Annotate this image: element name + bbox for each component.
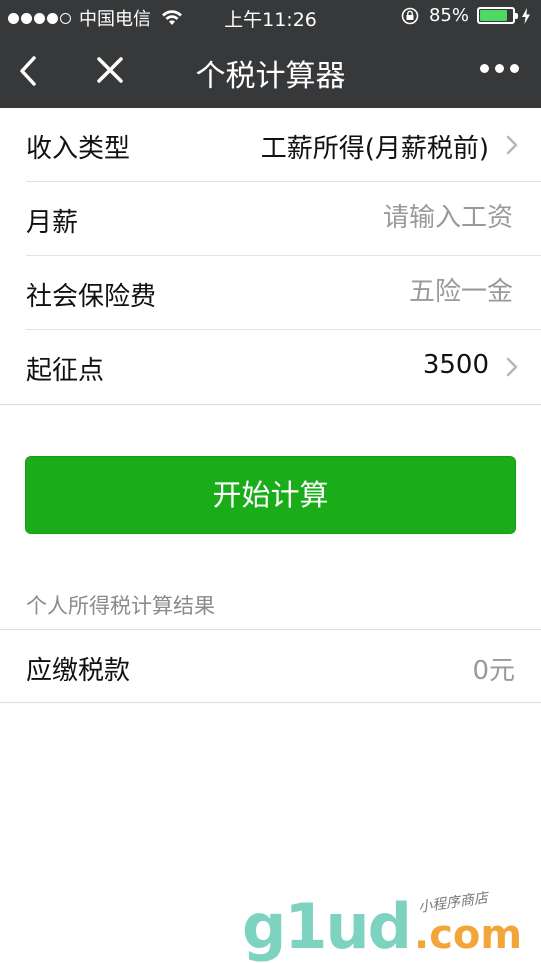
salary-input[interactable] [255, 196, 515, 240]
income-type-value: 工薪所得(月薪税前) [260, 134, 489, 164]
insurance-input[interactable] [255, 270, 515, 314]
tax-input-form: 收入类型 工薪所得(月薪税前) 月薪 社会保险费 起征点 3500 [0, 108, 541, 405]
more-icon[interactable] [474, 64, 519, 73]
income-type-row[interactable]: 收入类型 工薪所得(月薪税前) [26, 108, 541, 182]
threshold-value: 3500 [422, 350, 489, 380]
salary-row: 月薪 [26, 182, 541, 256]
watermark-domain: .com [414, 912, 523, 958]
tax-due-label: 应缴税款 [26, 656, 131, 686]
income-type-label: 收入类型 [26, 134, 131, 164]
threshold-label: 起征点 [26, 356, 105, 386]
tax-due-value: 0元 [472, 656, 515, 686]
charging-icon [522, 7, 530, 24]
chevron-right-icon [506, 357, 518, 377]
watermark-logo-text: g1ud [242, 890, 412, 963]
status-right: 85% [401, 5, 531, 26]
calculate-button[interactable]: 开始计算 [25, 456, 516, 534]
chevron-right-icon [506, 135, 518, 155]
tax-result-row: 应缴税款 0元 [0, 629, 541, 703]
battery-percent: 85% [428, 5, 469, 26]
insurance-label: 社会保险费 [26, 282, 157, 312]
page-title: 个税计算器 [195, 59, 346, 94]
battery-fill [480, 10, 508, 21]
threshold-row[interactable]: 起征点 3500 [26, 330, 541, 404]
insurance-row: 社会保险费 [26, 256, 541, 330]
status-bar: 中国电信 上午11:26 85% [0, 0, 541, 34]
watermark-logo: g1ud .com 小程序商店 [242, 890, 532, 963]
battery-icon [477, 7, 518, 24]
salary-label: 月薪 [26, 208, 79, 238]
result-section-title: 个人所得税计算结果 [26, 594, 215, 618]
navigation-bar: 个税计算器 [0, 34, 541, 108]
orientation-lock-icon [401, 7, 419, 24]
